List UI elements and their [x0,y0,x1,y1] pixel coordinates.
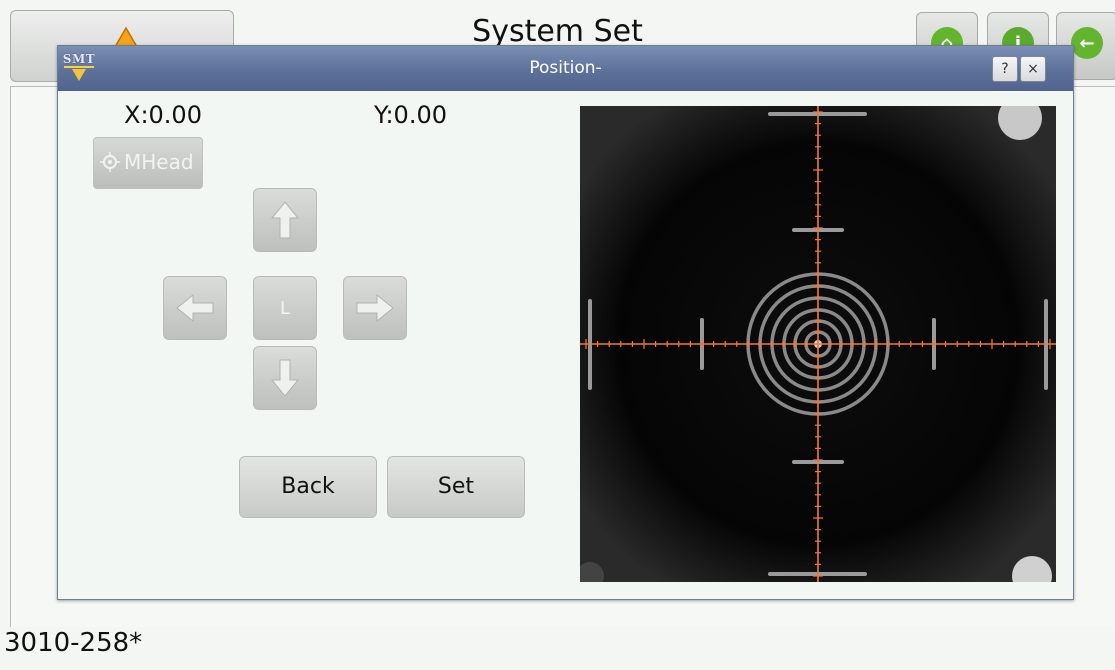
crosshair-target-icon [100,152,120,172]
position-dialog: SMT Position- ? × X:0.00 Y:0.00 MHead L [57,45,1074,600]
arrow-up-icon [270,201,300,239]
mhead-label: MHead [124,150,194,174]
footer-code: 3010-258* [4,628,143,658]
jog-right-button[interactable] [343,276,407,340]
help-button[interactable]: ? [992,56,1018,82]
jog-left-button[interactable] [163,276,227,340]
jog-center-button[interactable]: L [253,276,317,340]
camera-view [580,106,1056,582]
jog-center-label: L [279,297,291,319]
arrow-left-icon [176,293,214,323]
dialog-title: Position- [529,58,602,78]
arrow-down-icon [270,359,300,397]
back-arrow-icon: ← [1071,27,1103,59]
jog-down-button[interactable] [253,346,317,410]
mhead-button[interactable]: MHead [93,137,203,189]
jog-up-button[interactable] [253,188,317,252]
dialog-titlebar: SMT Position- ? × [58,46,1073,91]
y-coordinate: Y:0.00 [374,101,447,129]
close-button[interactable]: × [1020,56,1046,82]
x-coordinate: X:0.00 [124,101,202,129]
back-button[interactable]: Back [239,456,377,518]
arrow-right-icon [356,293,394,323]
set-button[interactable]: Set [387,456,525,518]
